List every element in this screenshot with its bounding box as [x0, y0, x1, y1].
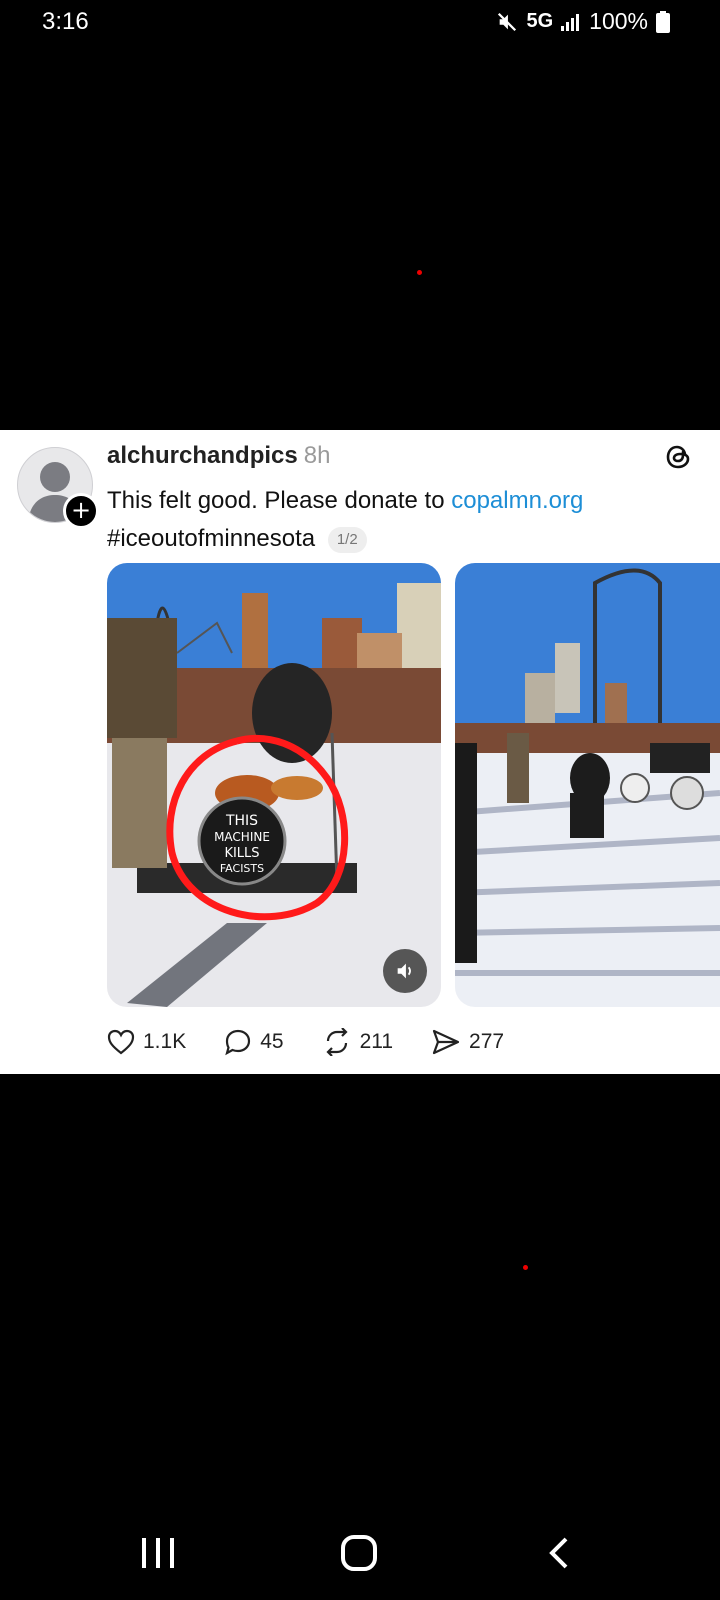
- username[interactable]: alchurchandpics: [107, 442, 298, 469]
- caption-link[interactable]: copalmn.org: [451, 487, 583, 514]
- repost-count: 211: [359, 1030, 394, 1053]
- status-time: 3:16: [42, 8, 89, 35]
- battery-percent: 100%: [589, 8, 648, 34]
- red-dot: [523, 1265, 528, 1270]
- post-time: 8h: [303, 442, 331, 469]
- speaker-icon: [397, 963, 411, 979]
- network-label: 5G: [526, 10, 554, 32]
- share-button[interactable]: 277: [431, 1028, 504, 1056]
- like-count: 1.1K: [143, 1030, 187, 1053]
- battery-icon: [656, 10, 670, 33]
- navigation-bar: [0, 1500, 720, 1600]
- repost-button[interactable]: 211: [322, 1028, 393, 1056]
- home-button[interactable]: [340, 1534, 378, 1572]
- media-pager: 1/2: [327, 526, 367, 553]
- status-right: 5G 100%: [496, 8, 670, 35]
- share-count: 277: [469, 1030, 505, 1053]
- red-dot: [417, 270, 422, 275]
- heart-icon: [107, 1029, 135, 1055]
- repost-icon: [326, 1028, 348, 1056]
- comment-count: 45: [260, 1030, 284, 1053]
- follow-plus-button[interactable]: +: [63, 493, 99, 529]
- like-button[interactable]: 1.1K: [107, 1029, 186, 1055]
- video-thumbnail-2[interactable]: [455, 563, 720, 1007]
- sound-toggle-button[interactable]: [383, 949, 427, 993]
- mute-icon: [498, 12, 517, 31]
- signal-icon: [561, 13, 580, 31]
- action-bar: 1.1K 45 211 277: [107, 1028, 542, 1056]
- post-header: alchurchandpics 8h: [107, 442, 330, 470]
- post-card: + alchurchandpics 8h This felt good. Plea…: [0, 430, 720, 1074]
- comment-icon: [225, 1029, 251, 1056]
- hashtag-link[interactable]: #iceoutofminnesota: [107, 525, 315, 552]
- threads-logo-icon[interactable]: [664, 442, 692, 472]
- back-button[interactable]: [548, 1536, 570, 1570]
- drum-text-line-3: KILLS: [224, 846, 259, 861]
- drum-text-line-1: THIS: [225, 813, 258, 829]
- recent-apps-button[interactable]: [140, 1536, 176, 1570]
- status-bar: 3:16 5G 100%: [0, 0, 720, 46]
- video-thumbnail-1[interactable]: THIS MACHINE KILLS FACISTS: [107, 563, 441, 1007]
- post-caption: This felt good. Please donate to copalmn…: [107, 482, 697, 558]
- comment-button[interactable]: 45: [224, 1028, 284, 1056]
- caption-text: This felt good. Please donate to: [107, 487, 452, 514]
- drum-text-line-4: FACISTS: [220, 862, 264, 875]
- drum-text-line-2: MACHINE: [214, 830, 270, 844]
- send-icon: [432, 1029, 460, 1055]
